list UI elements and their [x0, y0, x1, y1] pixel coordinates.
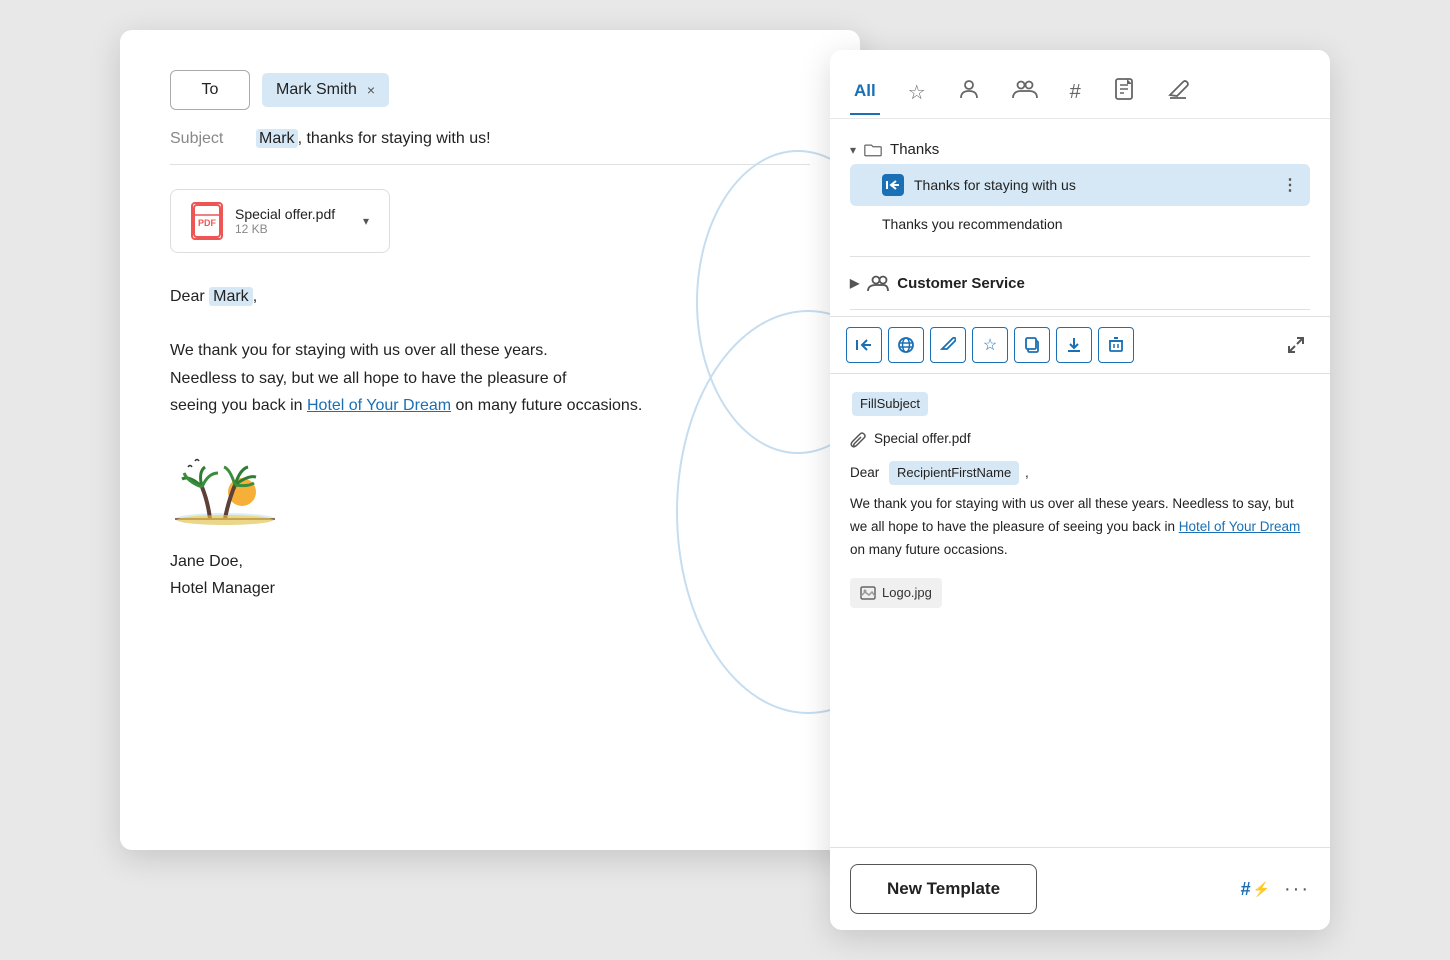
- attachment-row: PDF Special offer.pdf 12 KB ▾: [170, 189, 810, 253]
- tree-nav: ▾ Thanks Thanks for staying with us ⋮: [830, 119, 1330, 250]
- action-edit-button[interactable]: [930, 327, 966, 363]
- preview-body-paragraph: We thank you for staying with us over al…: [850, 493, 1310, 562]
- subject-highlight-name: Mark: [256, 129, 298, 148]
- preview-logo-image: Logo.jpg: [850, 578, 942, 608]
- tab-group[interactable]: [1008, 66, 1042, 118]
- recipient-chip[interactable]: Mark Smith ×: [262, 73, 389, 107]
- new-template-button[interactable]: New Template: [850, 864, 1037, 914]
- tab-all[interactable]: All: [850, 69, 880, 115]
- email-body: Dear Mark, We thank you for staying with…: [170, 283, 810, 419]
- folder-chevron-icon: ▾: [850, 143, 856, 157]
- action-toolbar: ☆: [830, 316, 1330, 374]
- preview-attachment-label: Special offer.pdf: [874, 428, 971, 451]
- template-tabs: All ☆ #: [830, 50, 1330, 119]
- preview-content: FillSubject Special offer.pdf Dear Recip…: [830, 374, 1330, 847]
- tab-all-label: All: [854, 81, 876, 101]
- template-item-label-staying: Thanks for staying with us: [914, 177, 1076, 193]
- tab-person[interactable]: [954, 66, 984, 118]
- subject-value[interactable]: Mark, thanks for staying with us!: [256, 130, 491, 148]
- preview-attachment: Special offer.pdf: [850, 428, 1310, 451]
- tab-starred[interactable]: ☆: [904, 68, 930, 117]
- email-signature: Jane Doe, Hotel Manager: [170, 548, 810, 602]
- customer-service-chevron-icon: ▶: [850, 276, 859, 290]
- email-greeting: Dear Mark,: [170, 283, 810, 310]
- to-field-row: To Mark Smith ×: [170, 70, 810, 110]
- doc-icon: [1113, 78, 1135, 106]
- pdf-icon: PDF: [191, 202, 223, 240]
- group-icon: [1012, 78, 1038, 106]
- lightning-icon: ⚡: [1253, 881, 1270, 898]
- action-delete-button[interactable]: [1098, 327, 1134, 363]
- recipient-remove-button[interactable]: ×: [367, 82, 375, 98]
- person-icon: [958, 78, 980, 106]
- recipient-name: Mark Smith: [276, 81, 357, 99]
- image-icon: [860, 586, 876, 600]
- star-icon: ☆: [908, 80, 926, 105]
- tab-doc[interactable]: [1109, 66, 1139, 118]
- insert-template-icon: [882, 174, 904, 196]
- template-panel: All ☆ #: [830, 50, 1330, 930]
- section-divider: [850, 256, 1310, 257]
- customer-service-icon: [867, 273, 889, 293]
- edit-icon: [1167, 78, 1189, 106]
- customer-service-folder[interactable]: ▶ Customer Service: [830, 263, 1330, 303]
- attachment-chevron-icon[interactable]: ▾: [363, 214, 369, 228]
- subject-label: Subject: [170, 130, 240, 148]
- preview-image-label: Logo.jpg: [882, 582, 932, 604]
- signature-name: Jane Doe,: [170, 548, 810, 575]
- template-bottom-bar: New Template # ⚡ ···: [830, 847, 1330, 930]
- attachment-name: Special offer.pdf: [235, 206, 351, 222]
- attachment-info: Special offer.pdf 12 KB: [235, 206, 351, 236]
- more-options-button[interactable]: ···: [1284, 878, 1310, 901]
- tab-hash[interactable]: #: [1066, 69, 1085, 116]
- preview-comma: ,: [1025, 465, 1029, 480]
- template-item-thanks-staying[interactable]: Thanks for staying with us ⋮: [850, 164, 1310, 206]
- email-compose-panel: To Mark Smith × Subject Mark, thanks for…: [120, 30, 860, 850]
- signature-title: Hotel Manager: [170, 575, 810, 602]
- action-copy-button[interactable]: [1014, 327, 1050, 363]
- template-content: ▾ Thanks Thanks for staying with us ⋮: [830, 119, 1330, 930]
- hash-icon-bottom: #: [1241, 879, 1251, 900]
- preview-hotel-link[interactable]: Hotel of Your Dream: [1179, 519, 1301, 534]
- tab-edit[interactable]: [1163, 66, 1193, 118]
- customer-service-label: Customer Service: [897, 275, 1025, 292]
- thanks-folder[interactable]: ▾ Thanks: [850, 135, 1310, 164]
- preview-dear-text: Dear: [850, 465, 879, 480]
- thanks-folder-label: Thanks: [890, 141, 939, 158]
- paperclip-icon: [850, 432, 866, 448]
- attachment-box[interactable]: PDF Special offer.pdf 12 KB ▾: [170, 189, 390, 253]
- preview-fill-subject: FillSubject: [850, 390, 1310, 418]
- action-translate-button[interactable]: [888, 327, 924, 363]
- preview-greeting: Dear RecipientFirstName ,: [850, 459, 1310, 487]
- template-item-thanks-recommendation[interactable]: Thanks you recommendation: [850, 206, 1310, 242]
- section-divider-2: [850, 309, 1310, 310]
- folder-icon: [864, 143, 882, 157]
- email-hotel-link[interactable]: Hotel of Your Dream: [307, 397, 451, 414]
- to-button[interactable]: To: [170, 70, 250, 110]
- attachment-size: 12 KB: [235, 222, 351, 236]
- svg-text:PDF: PDF: [198, 218, 217, 228]
- subject-row: Subject Mark, thanks for staying with us…: [170, 130, 810, 165]
- palm-tree-svg: [170, 447, 280, 527]
- template-item-more-icon[interactable]: ⋮: [1282, 175, 1298, 195]
- action-star-button[interactable]: ☆: [972, 327, 1008, 363]
- action-download-button[interactable]: [1056, 327, 1092, 363]
- recipient-first-name-tag: RecipientFirstName: [889, 461, 1019, 485]
- template-item-label-recommendation: Thanks you recommendation: [882, 216, 1063, 232]
- email-name-highlight: Mark: [209, 287, 253, 306]
- bottom-icons: # ⚡ ···: [1241, 878, 1310, 901]
- action-expand-button[interactable]: [1278, 327, 1314, 363]
- email-paragraph: We thank you for staying with us over al…: [170, 337, 810, 419]
- signature-image: [170, 447, 810, 532]
- hash-icon: #: [1070, 81, 1081, 104]
- fill-subject-tag: FillSubject: [852, 392, 928, 416]
- action-insert-button[interactable]: [846, 327, 882, 363]
- hash-lightning-button[interactable]: # ⚡: [1241, 879, 1270, 900]
